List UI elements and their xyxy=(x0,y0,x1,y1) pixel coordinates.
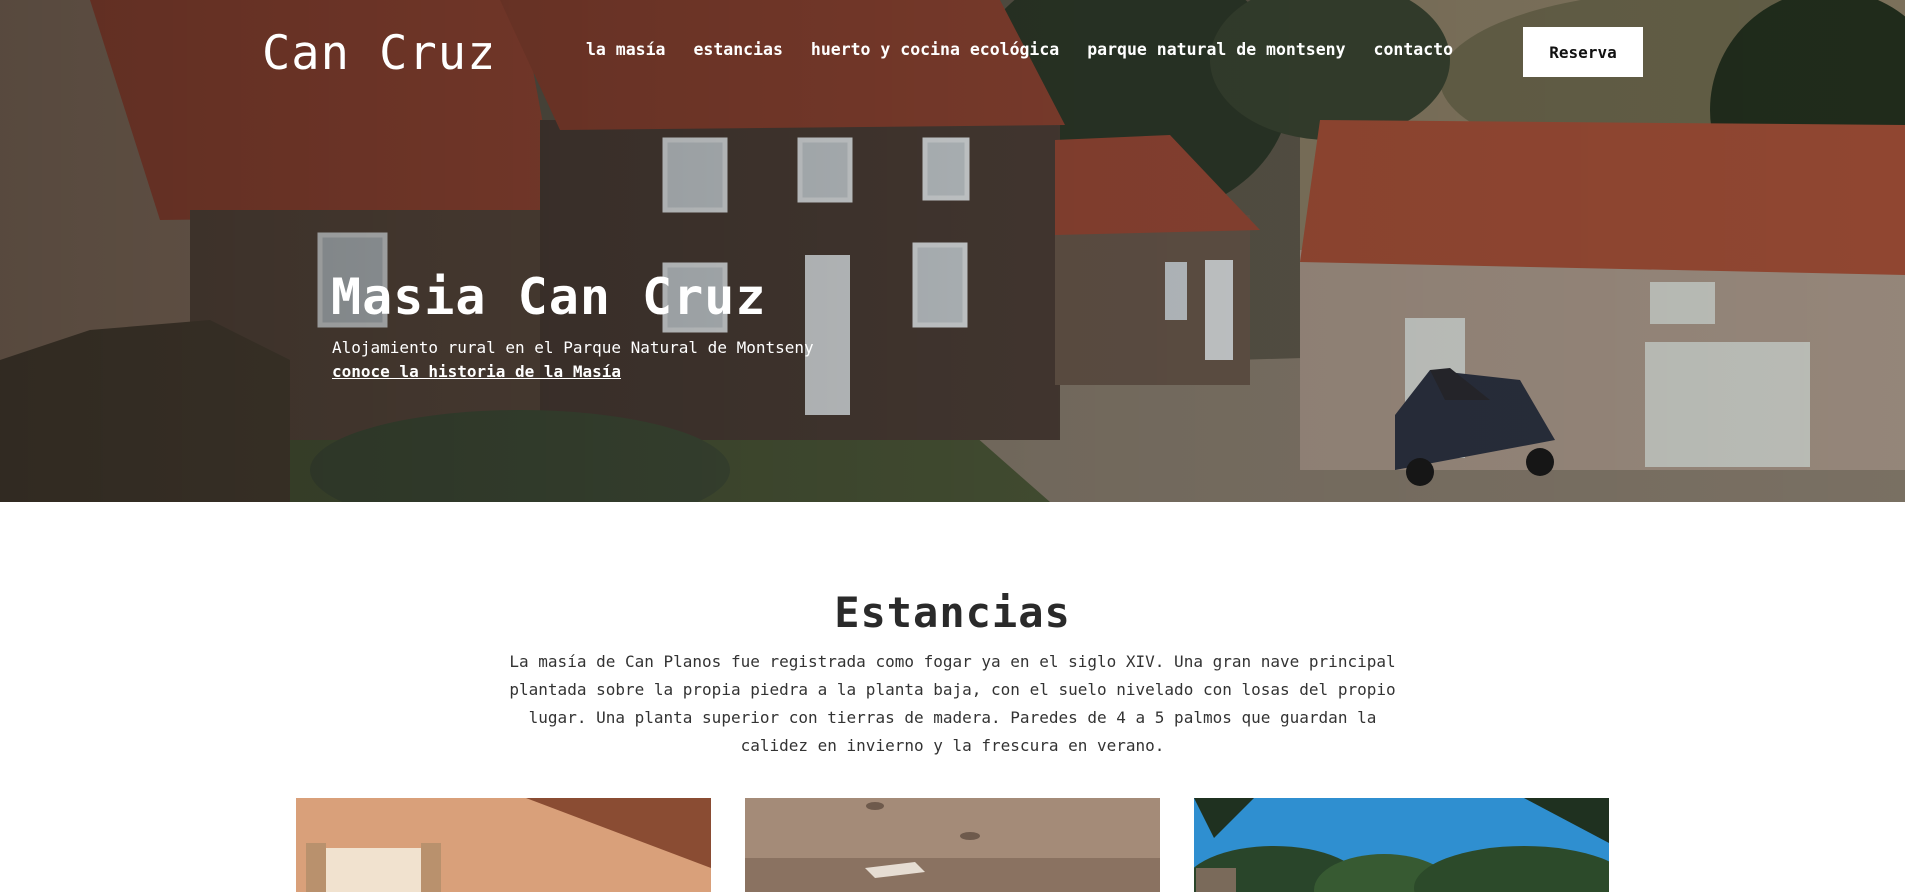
site-logo[interactable]: Can Cruz xyxy=(262,26,496,81)
nav-item-parque[interactable]: parque natural de montseny xyxy=(1087,40,1345,59)
landscape-image xyxy=(1194,798,1609,892)
reserve-button[interactable]: Reserva xyxy=(1523,27,1643,77)
hero-banner: Can Cruz la masía estancias huerto y coc… xyxy=(0,0,1905,502)
estancias-description: La masía de Can Planos fue registrada co… xyxy=(509,652,1396,755)
hero-title: Masia Can Cruz xyxy=(331,268,767,326)
nav-item-estancias[interactable]: estancias xyxy=(693,40,782,59)
nav-item-contacto[interactable]: contacto xyxy=(1374,40,1453,59)
room-card-2[interactable] xyxy=(745,798,1160,892)
room-card-1[interactable] xyxy=(296,798,711,892)
bedroom-image xyxy=(296,798,711,892)
main-nav: la masía estancias huerto y cocina ecoló… xyxy=(586,40,1453,59)
room-card-3[interactable] xyxy=(1194,798,1609,892)
nav-item-la-masia[interactable]: la masía xyxy=(586,40,665,59)
history-link[interactable]: conoce la historia de la Masía xyxy=(332,362,621,381)
estancias-title: Estancias xyxy=(834,588,1071,637)
interior-image xyxy=(745,798,1160,892)
nav-item-huerto[interactable]: huerto y cocina ecológica xyxy=(811,40,1059,59)
hero-subtitle: Alojamiento rural en el Parque Natural d… xyxy=(332,338,814,357)
